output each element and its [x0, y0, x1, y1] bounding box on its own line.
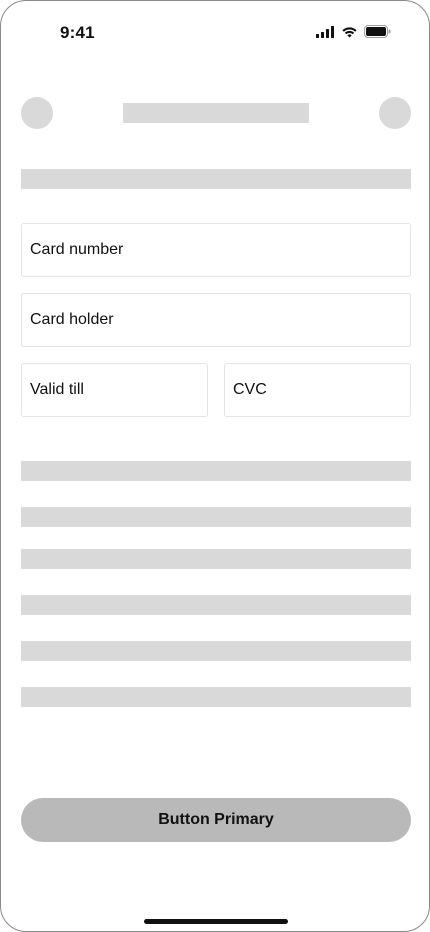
content-line-placeholder: [21, 687, 411, 707]
card-number-field[interactable]: Card number: [21, 223, 411, 277]
content-line-placeholder: [21, 595, 411, 615]
primary-button[interactable]: Button Primary: [21, 798, 411, 842]
content-line-placeholder: [21, 507, 411, 527]
valid-till-placeholder: Valid till: [30, 381, 84, 398]
status-time: 9:41: [60, 23, 95, 42]
content-line-placeholder: [21, 641, 411, 661]
card-number-placeholder: Card number: [30, 241, 124, 258]
card-holder-field[interactable]: Card holder: [21, 293, 411, 347]
content-line-placeholder: [21, 461, 411, 481]
home-indicator: [144, 919, 288, 924]
card-holder-placeholder: Card holder: [30, 311, 114, 328]
subtitle-placeholder: [21, 169, 411, 189]
status-icons: [316, 25, 391, 43]
header-left-action-placeholder[interactable]: [21, 97, 53, 129]
header-right-action-placeholder[interactable]: [379, 97, 411, 129]
phone-screen: 9:41 Card number Card holder Valid till …: [0, 0, 430, 932]
cvc-field[interactable]: CVC: [224, 363, 411, 417]
cellular-signal-icon: [316, 25, 335, 43]
header-title-placeholder: [123, 103, 309, 123]
wifi-icon: [341, 25, 358, 43]
battery-icon: [364, 25, 391, 43]
valid-till-field[interactable]: Valid till: [21, 363, 208, 417]
cvc-placeholder: CVC: [233, 381, 267, 398]
content-line-placeholder: [21, 549, 411, 569]
